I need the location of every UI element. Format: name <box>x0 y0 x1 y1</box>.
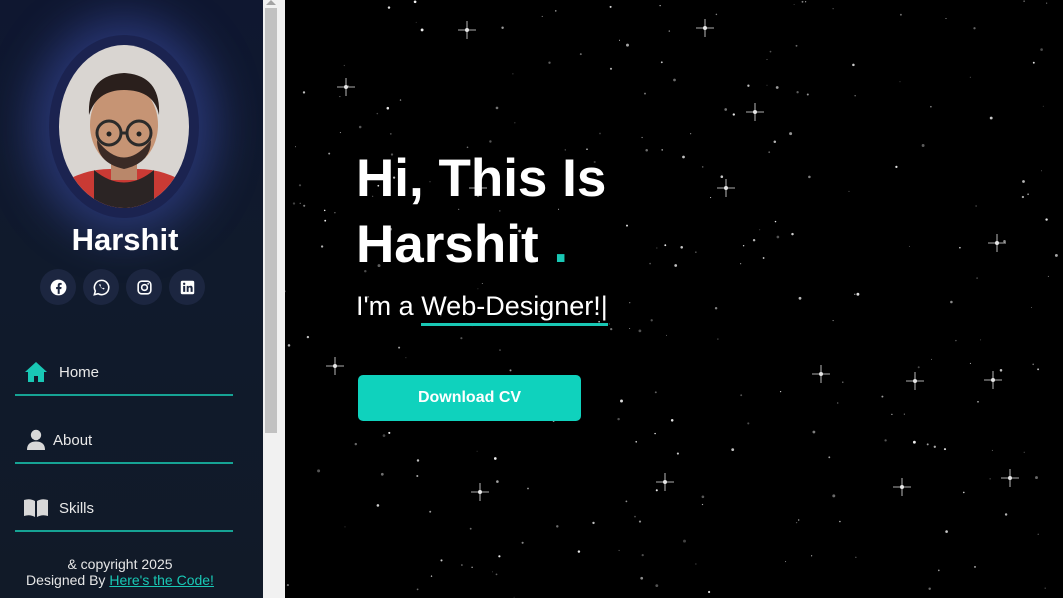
sidebar-scrollbar[interactable] <box>263 0 285 598</box>
hero-title-line1: Hi, This Is <box>356 149 607 208</box>
hero-title-dot: . <box>553 215 569 274</box>
user-icon <box>23 427 49 453</box>
scroll-thumb[interactable] <box>265 8 277 433</box>
avatar-frame <box>49 35 199 218</box>
facebook-link[interactable] <box>40 269 76 305</box>
avatar <box>59 45 189 208</box>
profile-name: Harshit <box>71 222 179 257</box>
typed-role-text: Web-Designer! <box>421 291 601 321</box>
hero-title-name: Harshit <box>356 215 539 274</box>
whatsapp-link[interactable] <box>83 269 119 305</box>
hero-title: Hi, This Is Harshit . <box>356 146 606 278</box>
scroll-up-arrow-icon[interactable] <box>266 0 276 5</box>
nav-label-skills: Skills <box>59 499 95 517</box>
hero-section: Hi, This Is Harshit . I'm a Web-Designer… <box>285 0 1063 598</box>
whatsapp-icon <box>92 279 110 296</box>
typing-caret: | <box>600 291 608 321</box>
code-link[interactable]: Here's the Code! <box>109 572 214 588</box>
linkedin-link[interactable] <box>169 269 205 305</box>
typed-role: Web-Designer!| <box>421 291 608 326</box>
home-icon <box>23 359 49 385</box>
sidebar: Harshit Home About Skills & copyright 20… <box>0 0 263 598</box>
social-links <box>40 269 205 305</box>
nav-item-skills[interactable]: Skills <box>15 486 233 532</box>
download-cv-button[interactable]: Download CV <box>358 375 581 421</box>
copyright-text: & copyright 2025 <box>67 556 173 572</box>
linkedin-icon <box>180 280 194 294</box>
nav-item-home[interactable]: Home <box>15 350 233 396</box>
facebook-icon <box>50 279 66 295</box>
footer: & copyright 2025 Designed By Here's the … <box>0 556 240 588</box>
designed-by-text: Designed By <box>26 572 106 588</box>
instagram-link[interactable] <box>126 269 162 305</box>
book-open-icon <box>23 495 49 521</box>
instagram-icon <box>136 279 152 295</box>
nav-label-about: About <box>53 431 93 449</box>
hero-subtitle: I'm a Web-Designer!| <box>356 291 608 326</box>
hero-intro: I'm a <box>356 291 414 321</box>
designed-by-line: Designed By Here's the Code! <box>0 572 240 588</box>
nav-item-about[interactable]: About <box>15 418 233 464</box>
nav-label-home: Home <box>59 363 100 381</box>
